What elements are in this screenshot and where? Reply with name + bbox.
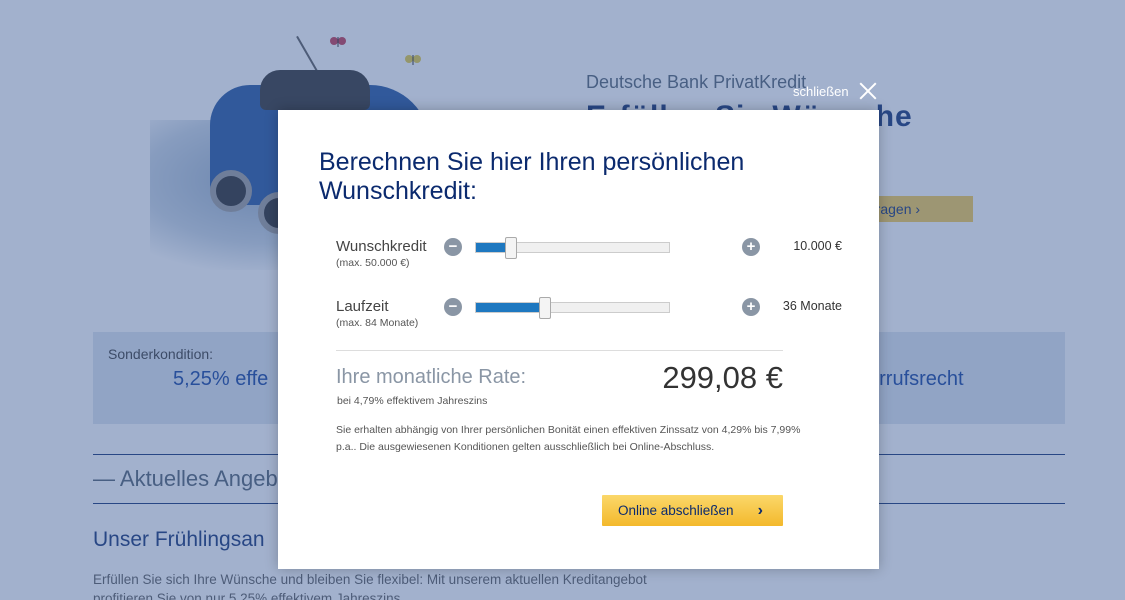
term-row: Laufzeit (max. 84 Monate) − + 36 Monate xyxy=(336,297,842,338)
term-max: (max. 84 Monate) xyxy=(336,317,419,329)
online-close-button[interactable]: Online abschließen › xyxy=(602,495,783,526)
loan-amount-max: (max. 50.000 €) xyxy=(336,257,410,269)
slider-handle[interactable] xyxy=(539,297,551,319)
loan-amount-row: Wunschkredit (max. 50.000 €) − + 10.000 … xyxy=(336,237,842,278)
interest-rate-note: bei 4,79% effektivem Jahreszins xyxy=(337,395,488,407)
term-label: Laufzeit xyxy=(336,298,389,315)
loan-amount-slider[interactable] xyxy=(475,237,670,259)
conditions-info: Sie erhalten abhängig von Ihrer persönli… xyxy=(336,424,801,453)
monthly-rate-label: Ihre monatliche Rate: xyxy=(336,366,527,388)
term-decrease-button[interactable]: − xyxy=(444,298,462,316)
slider-fill xyxy=(476,303,545,312)
close-icon[interactable] xyxy=(857,80,879,102)
modal-title: Berechnen Sie hier Ihren persönlichen Wu… xyxy=(319,148,745,205)
close-label: schließen xyxy=(793,83,849,99)
term-value: 36 Monate xyxy=(782,299,842,313)
slider-handle[interactable] xyxy=(505,237,517,259)
monthly-rate-value: 299,08 € xyxy=(662,360,783,395)
loan-amount-value: 10.000 € xyxy=(793,239,842,253)
term-slider[interactable] xyxy=(475,297,670,319)
divider xyxy=(336,350,783,351)
loan-calculator-modal: Berechnen Sie hier Ihren persönlichen Wu… xyxy=(278,110,879,569)
loan-decrease-button[interactable]: − xyxy=(444,238,462,256)
chevron-right-icon: › xyxy=(757,502,763,519)
close-button[interactable]: schließen xyxy=(793,80,879,102)
loan-amount-label: Wunschkredit xyxy=(336,238,427,255)
cta-label: Online abschließen xyxy=(618,503,734,518)
